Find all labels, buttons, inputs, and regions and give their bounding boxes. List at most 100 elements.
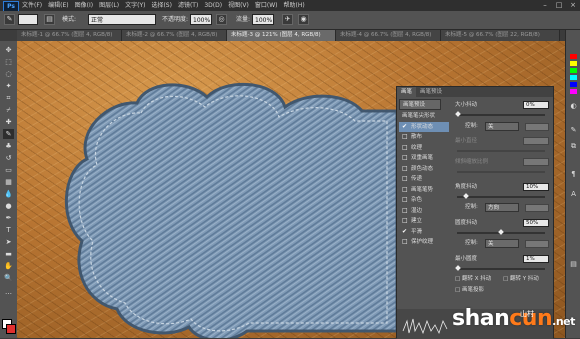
document-tab[interactable]: 未标题-4 @ 66.7% (图层 4, RGB/8) bbox=[336, 30, 441, 41]
angle-jitter-input[interactable]: 10% bbox=[523, 183, 549, 191]
tilt-scale-slider[interactable] bbox=[457, 171, 545, 173]
control-value-box[interactable] bbox=[525, 240, 549, 248]
menu-edit[interactable]: 编辑(E) bbox=[48, 0, 68, 11]
airbrush-icon[interactable]: ✈ bbox=[282, 14, 293, 25]
type-tool-icon[interactable]: T bbox=[3, 225, 14, 235]
shape-tool-icon[interactable]: ▬ bbox=[3, 249, 14, 259]
brush-panel-icon[interactable]: ✎ bbox=[569, 126, 578, 134]
menu-layer[interactable]: 图层(L) bbox=[99, 0, 119, 11]
blur-tool-icon[interactable]: 💧 bbox=[3, 189, 14, 199]
checkbox[interactable]: □ bbox=[402, 186, 408, 193]
close-icon[interactable]: × bbox=[568, 1, 578, 9]
eyedropper-tool-icon[interactable]: ⌿ bbox=[3, 105, 14, 115]
brush-projection-checkbox[interactable]: □ 画笔投影 bbox=[455, 286, 484, 295]
tab-brush-presets[interactable]: 画笔预设 bbox=[416, 87, 446, 97]
checkbox[interactable]: □ bbox=[402, 155, 408, 161]
clone-source-icon[interactable]: ⧉ bbox=[569, 142, 578, 150]
pen-tool-icon[interactable]: ✒ bbox=[3, 213, 14, 223]
document-tab[interactable]: 未标题-2 @ 66.7% (图层 4, RGB/8) bbox=[122, 30, 227, 41]
menu-image[interactable]: 图像(I) bbox=[75, 0, 93, 11]
magic-wand-tool-icon[interactable]: ✦ bbox=[3, 81, 14, 91]
more-tools-icon[interactable]: … bbox=[3, 287, 14, 297]
swatch[interactable] bbox=[570, 61, 577, 66]
menu-filter[interactable]: 滤镜(T) bbox=[178, 0, 198, 11]
min-diameter-slider[interactable] bbox=[457, 150, 545, 152]
min-roundness-input[interactable]: 1% bbox=[523, 255, 549, 263]
dodge-tool-icon[interactable]: ● bbox=[3, 201, 14, 211]
control-select[interactable]: 方向 bbox=[485, 203, 519, 212]
brush-tool-icon[interactable]: ✎ bbox=[4, 14, 15, 25]
swatch[interactable] bbox=[570, 82, 577, 87]
list-item[interactable]: ✔ 平滑 bbox=[399, 227, 449, 238]
tilt-scale-input[interactable] bbox=[523, 158, 549, 166]
list-item[interactable]: ✔ 形状动态 bbox=[399, 121, 449, 132]
list-item[interactable]: □ 湿边 bbox=[399, 206, 449, 217]
check-icon[interactable]: ✔ bbox=[402, 123, 408, 130]
swatch[interactable] bbox=[570, 54, 577, 59]
flow-input[interactable]: 100% bbox=[252, 14, 274, 25]
document-tab[interactable]: 未标题-1 @ 66.7% (图层 4, RGB/8) bbox=[17, 30, 122, 41]
checkbox[interactable]: □ bbox=[402, 197, 408, 203]
checkbox[interactable]: □ bbox=[402, 207, 408, 214]
layers-icon[interactable]: ▤ bbox=[569, 260, 578, 268]
pressure-opacity-icon[interactable]: ◎ bbox=[216, 14, 227, 25]
adjustments-icon[interactable]: ◐ bbox=[569, 102, 578, 110]
control-select[interactable]: 关 bbox=[485, 239, 519, 248]
document-tab-active[interactable]: 未标题-3 @ 121% (图层 4, RGB/8) bbox=[227, 30, 336, 41]
list-item[interactable]: □ 颜色动态 bbox=[399, 164, 449, 175]
opacity-input[interactable]: 100% bbox=[190, 14, 212, 25]
list-item[interactable]: □ 散布 bbox=[399, 132, 449, 143]
size-jitter-slider[interactable] bbox=[457, 114, 545, 116]
background-color-swatch[interactable] bbox=[6, 324, 16, 334]
brush-size-picker[interactable] bbox=[18, 14, 38, 25]
checkbox[interactable]: □ bbox=[402, 144, 408, 151]
brush-tool-icon[interactable]: ✎ bbox=[3, 129, 14, 139]
angle-jitter-slider[interactable] bbox=[457, 196, 545, 198]
path-selection-tool-icon[interactable]: ➤ bbox=[3, 237, 14, 247]
hand-tool-icon[interactable]: ✋ bbox=[3, 261, 14, 271]
clone-stamp-tool-icon[interactable]: ♣ bbox=[3, 141, 14, 151]
list-item[interactable]: □ 纹理 bbox=[399, 143, 449, 154]
checkbox[interactable]: □ bbox=[402, 165, 408, 172]
menu-help[interactable]: 帮助(H) bbox=[284, 0, 305, 11]
list-item[interactable]: □ 保护纹理 bbox=[399, 237, 449, 248]
flip-x-checkbox[interactable]: □ 翻转 X 抖动 bbox=[455, 275, 491, 284]
crop-tool-icon[interactable]: ⌗ bbox=[3, 93, 14, 103]
list-item[interactable]: □ 杂色 bbox=[399, 195, 449, 206]
pressure-size-icon[interactable]: ◉ bbox=[298, 14, 309, 25]
menu-window[interactable]: 窗口(W) bbox=[255, 0, 278, 11]
history-brush-tool-icon[interactable]: ↺ bbox=[3, 153, 14, 163]
swatch[interactable] bbox=[570, 89, 577, 94]
list-item[interactable]: □ 画笔笔势 bbox=[399, 185, 449, 196]
gradient-tool-icon[interactable]: ▦ bbox=[3, 177, 14, 187]
list-item[interactable]: 画笔预设 bbox=[399, 99, 441, 110]
control-value-box[interactable] bbox=[525, 123, 549, 131]
control-value-box[interactable] bbox=[525, 204, 549, 212]
list-item[interactable]: □ 双重画笔 bbox=[399, 153, 449, 164]
list-item[interactable]: 画笔笔尖形状 bbox=[399, 111, 449, 122]
menu-view[interactable]: 视图(V) bbox=[228, 0, 249, 11]
checkbox[interactable]: □ bbox=[455, 287, 462, 293]
lasso-tool-icon[interactable]: ◌ bbox=[3, 69, 14, 79]
paragraph-icon[interactable]: ¶ bbox=[569, 170, 578, 178]
character-icon[interactable]: A bbox=[569, 190, 578, 198]
checkbox[interactable]: □ bbox=[503, 276, 510, 282]
swatch[interactable] bbox=[570, 75, 577, 80]
min-diameter-input[interactable] bbox=[523, 137, 549, 145]
maximize-icon[interactable]: □ bbox=[554, 1, 564, 9]
menu-type[interactable]: 文字(Y) bbox=[125, 0, 145, 11]
control-select[interactable]: 关 bbox=[485, 122, 519, 131]
document-tab[interactable]: 未标题-5 @ 66.7% (图层 22, RGB/8) bbox=[441, 30, 560, 41]
menu-3d[interactable]: 3D(D) bbox=[204, 0, 222, 11]
menu-select[interactable]: 选择(S) bbox=[151, 0, 172, 11]
min-roundness-slider[interactable] bbox=[457, 268, 545, 270]
tab-brush[interactable]: 画笔 bbox=[397, 87, 417, 97]
roundness-jitter-input[interactable]: 50% bbox=[523, 219, 549, 227]
move-tool-icon[interactable]: ✥ bbox=[3, 45, 14, 55]
mode-select[interactable]: 正常 bbox=[88, 14, 156, 25]
checkbox[interactable]: □ bbox=[402, 176, 408, 182]
list-item[interactable]: □ 建立 bbox=[399, 216, 449, 227]
zoom-tool-icon[interactable]: 🔍 bbox=[3, 273, 14, 283]
menu-file[interactable]: 文件(F) bbox=[22, 0, 42, 11]
minimize-icon[interactable]: – bbox=[540, 1, 550, 9]
